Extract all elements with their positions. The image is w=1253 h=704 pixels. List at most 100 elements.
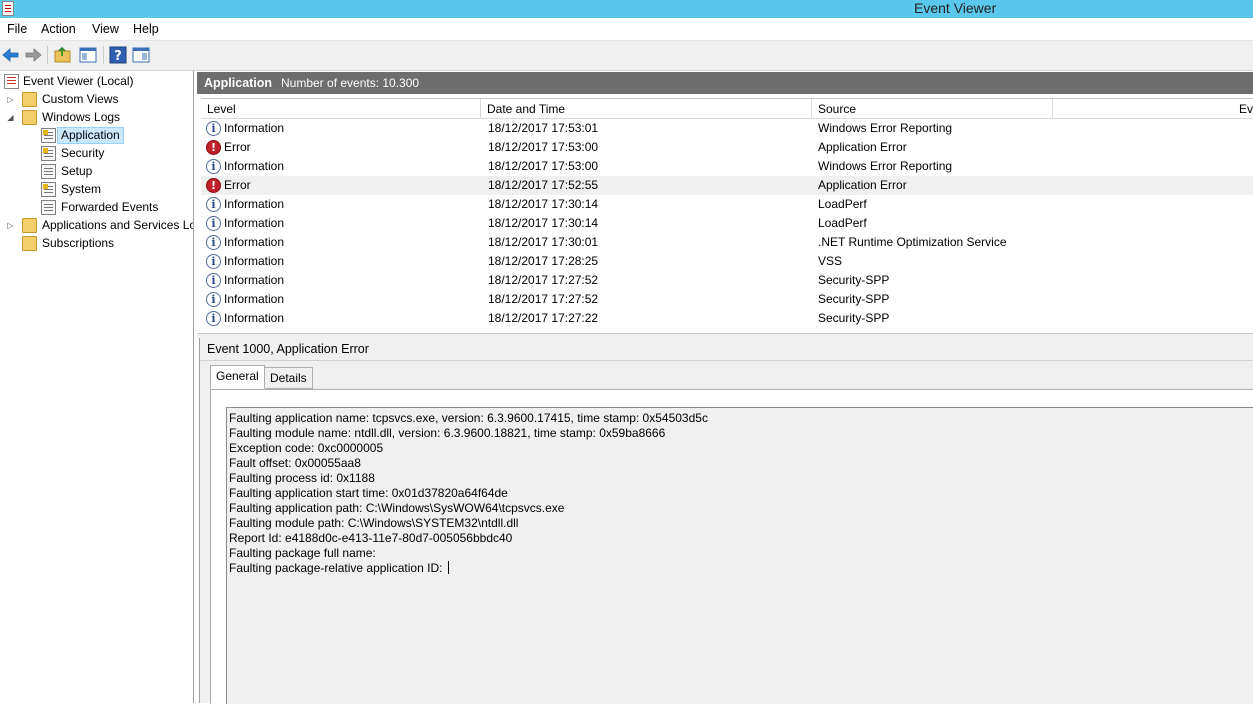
log-icon [41, 200, 56, 215]
collapse-arrow-icon[interactable]: ◢ [6, 109, 15, 126]
tree-node-system[interactable]: System [0, 181, 190, 198]
forward-arrow-icon[interactable] [23, 45, 43, 65]
event-row[interactable]: i Information 18/12/2017 17:30:14 LoadPerf [201, 195, 1253, 214]
menu-view[interactable]: View [92, 22, 119, 36]
tree-label-windows-logs: Windows Logs [42, 110, 121, 124]
column-header-source[interactable]: Source [812, 99, 1053, 119]
event-date-time: 18/12/2017 17:27:22 [488, 311, 599, 325]
event-row[interactable]: i Information 18/12/2017 17:30:14 LoadPerf [201, 214, 1253, 233]
information-icon: i [206, 159, 221, 174]
event-detail-title: Event 1000, Application Error [207, 342, 369, 356]
information-icon: i [206, 216, 221, 231]
information-icon: i [206, 121, 221, 136]
folder-icon [22, 92, 37, 107]
tree-node-custom-views[interactable]: ▷ Custom Views [0, 91, 190, 108]
tab-general[interactable]: General [210, 365, 265, 389]
tree-node-windows-logs[interactable]: ◢ Windows Logs [0, 109, 190, 126]
event-list: Level Date and Time Source Ev i Informati… [201, 98, 1253, 332]
tree-label-custom-views: Custom Views [42, 92, 119, 106]
folder-icon [22, 218, 37, 233]
expand-arrow-icon[interactable]: ▷ [6, 217, 15, 234]
event-level: Information [224, 235, 285, 249]
text-caret [447, 561, 449, 574]
description-line: Faulting application path: C:\Windows\Sy… [229, 501, 565, 515]
column-header-level[interactable]: Level [201, 99, 481, 119]
error-icon: ! [206, 140, 221, 155]
tree-node-subscriptions[interactable]: Subscriptions [0, 235, 190, 252]
description-line: Report Id: e4188d0c-e413-11e7-80d7-00505… [229, 531, 513, 545]
tree-label-security: Security [61, 146, 105, 160]
expand-arrow-icon[interactable]: ▷ [6, 91, 15, 108]
column-header-date-time[interactable]: Date and Time [481, 99, 812, 119]
general-tab-panel: Faulting application name: tcpsvcs.exe, … [210, 389, 1253, 704]
tab-details[interactable]: Details [264, 367, 313, 389]
event-viewer-app-icon[interactable] [2, 1, 14, 16]
event-date-time: 18/12/2017 17:30:14 [488, 197, 599, 211]
information-icon: i [206, 292, 221, 307]
column-header-event-id[interactable]: Ev [1053, 99, 1253, 119]
event-date-time: 18/12/2017 17:30:14 [488, 216, 599, 230]
tree-node-forwarded-events[interactable]: Forwarded Events [0, 199, 190, 216]
console-pane-icon[interactable] [78, 45, 98, 65]
event-row[interactable]: i Information 18/12/2017 17:27:52 Security-… [201, 271, 1253, 290]
tree-node-apps-services[interactable]: ▷ Applications and Services Lo [0, 217, 193, 234]
tree-node-application[interactable]: Application [0, 127, 190, 144]
back-arrow-icon[interactable] [1, 45, 21, 65]
subscriptions-icon [22, 236, 37, 251]
console-tree: Event Viewer (Local) ▷ Custom Views ◢ Wi… [0, 71, 194, 703]
description-line: Faulting application start time: 0x01d37… [229, 486, 508, 500]
event-source: Windows Error Reporting [818, 159, 953, 173]
event-source: VSS [818, 254, 843, 268]
information-icon: i [206, 311, 221, 326]
log-icon [41, 128, 56, 143]
event-level: Information [224, 254, 285, 268]
description-line: Faulting process id: 0x1188 [229, 471, 375, 485]
event-date-time: 18/12/2017 17:30:01 [488, 235, 599, 249]
event-row[interactable]: i Information 18/12/2017 17:30:01 .NET Runt… [201, 233, 1253, 252]
event-row[interactable]: i Information 18/12/2017 17:28:25 VSS [201, 252, 1253, 271]
event-source: .NET Runtime Optimization Service [818, 235, 1007, 249]
tree-label-subscriptions: Subscriptions [42, 236, 115, 250]
event-level: Information [224, 197, 285, 211]
help-icon[interactable]: ? [108, 45, 128, 65]
event-row[interactable]: ! Error 18/12/2017 17:52:55 Application Err… [201, 176, 1253, 195]
event-row[interactable]: i Information 18/12/2017 17:27:22 Security-… [201, 309, 1253, 328]
event-row[interactable]: ! Error 18/12/2017 17:53:00 Application Err… [201, 138, 1253, 157]
description-line: Fault offset: 0x00055aa8 [229, 456, 361, 470]
event-detail-pane: Event 1000, Application Error General De… [199, 338, 1253, 704]
description-line-text: Faulting package-relative application ID… [229, 561, 446, 575]
toolbar-separator [47, 46, 48, 64]
event-viewer-icon [4, 74, 19, 89]
action-pane-icon[interactable] [131, 45, 151, 65]
tree-node-root[interactable]: Event Viewer (Local) [0, 73, 190, 90]
event-row[interactable]: i Information 18/12/2017 17:53:01 Windows E… [201, 119, 1253, 138]
menu-file[interactable]: File [7, 22, 27, 36]
event-row[interactable]: i Information 18/12/2017 17:27:52 Security-… [201, 290, 1253, 309]
menu-help[interactable]: Help [133, 22, 159, 36]
tree-label-setup: Setup [61, 164, 93, 178]
event-source: Security-SPP [818, 273, 890, 287]
event-date-time: 18/12/2017 17:53:00 [488, 140, 599, 154]
description-line: Faulting package full name: [229, 546, 376, 560]
log-icon [41, 164, 56, 179]
tree-node-setup[interactable]: Setup [0, 163, 190, 180]
event-description[interactable]: Faulting application name: tcpsvcs.exe, … [226, 407, 1253, 704]
event-source: LoadPerf [818, 216, 867, 230]
event-source: Application Error [818, 140, 907, 154]
event-count: Number of events: 10.300 [281, 76, 420, 90]
information-icon: i [206, 235, 221, 250]
folder-up-icon[interactable] [53, 45, 73, 65]
event-source: LoadPerf [818, 197, 867, 211]
event-date-time: 18/12/2017 17:27:52 [488, 292, 599, 306]
event-date-time: 18/12/2017 17:28:25 [488, 254, 599, 268]
event-level: Information [224, 311, 285, 325]
tree-node-security[interactable]: Security [0, 145, 190, 162]
event-row[interactable]: i Information 18/12/2017 17:53:00 Windows E… [201, 157, 1253, 176]
toolbar: ? [0, 41, 1253, 71]
menu-action[interactable]: Action [41, 22, 76, 36]
description-line: Faulting package-relative application ID… [229, 561, 1253, 576]
event-level: Error [224, 140, 251, 154]
information-icon: i [206, 273, 221, 288]
log-icon [41, 182, 56, 197]
divider [200, 360, 1253, 361]
